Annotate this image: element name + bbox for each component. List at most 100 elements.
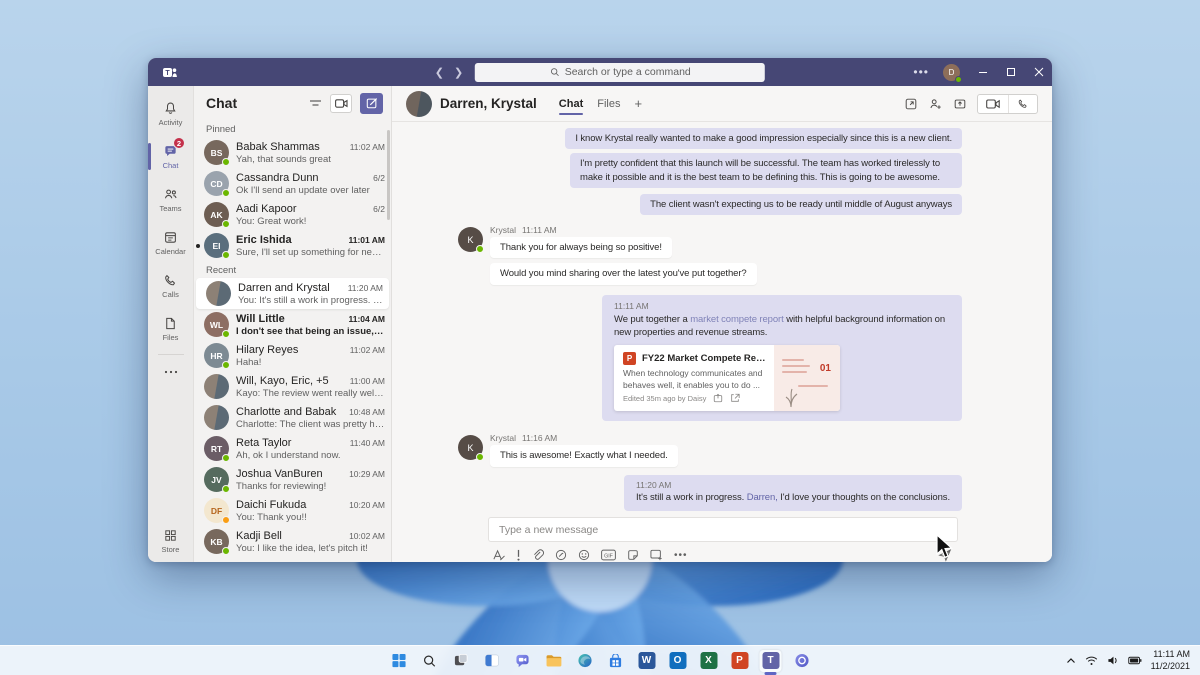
powerpoint-icon[interactable]: P	[729, 650, 751, 672]
close-button[interactable]	[1034, 67, 1044, 77]
tray-time: 11:11 AM	[1153, 648, 1190, 659]
battery-icon[interactable]	[1127, 656, 1142, 665]
presence-available	[222, 547, 230, 555]
teams-chat-icon[interactable]	[512, 650, 534, 672]
add-people-icon[interactable]	[928, 97, 943, 111]
presence-available	[222, 454, 230, 462]
audio-call-button[interactable]	[1008, 94, 1037, 113]
group-avatar	[206, 281, 231, 306]
message-time: 11:16 AM	[521, 433, 558, 444]
rail-item-chat[interactable]: Chat 2	[148, 135, 193, 178]
gif-icon[interactable]: GIF	[601, 549, 616, 561]
chat-list-item-cassandra[interactable]: CD Cassandra Dunn 6/2 Ok I'll send an upd…	[194, 168, 391, 199]
rail-item-teams[interactable]: Teams	[148, 178, 193, 221]
meet-now-button[interactable]	[330, 93, 352, 113]
minimize-button[interactable]	[978, 67, 988, 77]
presence-available	[222, 361, 230, 369]
new-chat-button[interactable]	[360, 92, 383, 114]
presence-away	[222, 516, 230, 524]
filter-icon[interactable]	[309, 98, 322, 108]
apps-icon[interactable]	[650, 549, 663, 561]
wifi-icon[interactable]	[1085, 656, 1098, 666]
video-camera-icon	[334, 98, 348, 108]
chat-list-item-will-kayo-eric[interactable]: Will, Kayo, Eric, +5 11:00 AM Kayo: The r…	[194, 371, 391, 402]
presence-available	[222, 330, 230, 338]
excel-icon[interactable]: X	[698, 650, 720, 672]
rail-item-files[interactable]: Files	[148, 307, 193, 350]
chat-list-item-babak[interactable]: BS Babak Shammas 11:02 AM Yah, that sound…	[194, 137, 391, 168]
loop-icon[interactable]	[555, 549, 567, 561]
tray-chevron-icon[interactable]	[1066, 657, 1076, 665]
mention-darren[interactable]: Darren,	[747, 492, 778, 503]
message-input[interactable]	[488, 517, 958, 542]
avatar: AK	[204, 202, 230, 228]
chat-list-item-daichi[interactable]: DF Daichi Fukuda 10:20 AM You: Thank you!…	[194, 495, 391, 526]
message-time: 11:20 AM	[636, 479, 672, 490]
chat-list-item-joshua[interactable]: JV Joshua VanBuren 10:29 AM Thanks for re…	[194, 464, 391, 495]
open-file-icon[interactable]	[730, 393, 740, 403]
file-icon	[166, 317, 175, 329]
importance-icon[interactable]	[516, 549, 521, 561]
group-avatar	[204, 405, 229, 430]
word-icon[interactable]: W	[636, 650, 658, 672]
chat-list-item-aadi[interactable]: AK Aadi Kapoor 6/2 You: Great work!	[194, 199, 391, 230]
share-file-icon[interactable]	[713, 393, 723, 403]
compose-more-icon[interactable]: •••	[674, 550, 688, 561]
command-search[interactable]: Search or type a command	[475, 62, 766, 82]
message-time: 11:11 AM	[614, 300, 649, 311]
edge-icon[interactable]	[574, 650, 596, 672]
file-card[interactable]: P FY22 Market Compete Report When techno…	[614, 345, 840, 412]
task-view-icon[interactable]	[450, 650, 472, 672]
send-icon[interactable]	[938, 548, 952, 562]
sticker-icon[interactable]	[627, 549, 639, 561]
popout-chat-icon[interactable]	[904, 97, 918, 111]
start-button[interactable]	[388, 650, 410, 672]
chat-list-item-reta[interactable]: RT Reta Taylor 11:40 AM Ah, ok I understa…	[194, 433, 391, 464]
chat-list-item-darren-krystal[interactable]: Darren and Krystal 11:20 AM You: It's sti…	[196, 278, 389, 309]
microsoft-store-icon[interactable]	[605, 650, 627, 672]
nav-back-icon[interactable]: ❮	[435, 66, 444, 79]
message-sent-with-file: 11:11 AM We put together a market compet…	[602, 294, 962, 422]
rail-item-activity[interactable]: Activity	[148, 92, 193, 135]
compose-area: GIF •••	[392, 515, 1052, 562]
file-explorer-icon[interactable]	[543, 650, 565, 672]
window-more-icon[interactable]: •••	[913, 65, 929, 79]
chat-header: Darren, Krystal Chat Files +	[392, 86, 1052, 122]
tray-date: 11/2/2021	[1150, 660, 1190, 671]
emoji-icon[interactable]	[578, 549, 590, 561]
chat-list-item-will[interactable]: WL Will Little 11:04 AM I don't see that …	[194, 309, 391, 340]
rail-item-store[interactable]: Store	[148, 519, 193, 562]
phone-icon	[165, 274, 176, 285]
nav-forward-icon[interactable]: ❯	[454, 66, 463, 79]
tab-chat[interactable]: Chat	[558, 89, 584, 119]
outlook-icon[interactable]: O	[667, 650, 689, 672]
rail-item-calendar[interactable]: Calendar	[148, 221, 193, 264]
format-icon[interactable]	[492, 549, 505, 561]
widgets-icon[interactable]	[481, 650, 503, 672]
message-list: I know Krystal really wanted to make a g…	[392, 122, 1052, 515]
cortana-icon[interactable]	[791, 650, 813, 672]
volume-icon[interactable]	[1107, 655, 1119, 666]
clock[interactable]: 11:11 AM 11/2/2021	[1151, 649, 1190, 672]
presence-available	[222, 220, 230, 228]
share-screen-icon[interactable]	[953, 97, 967, 111]
chat-list-item-charlotte-babak[interactable]: Charlotte and Babak 10:48 AM Charlotte: T…	[194, 402, 391, 433]
rail-item-calls[interactable]: Calls	[148, 264, 193, 307]
chat-list-item-eric[interactable]: EI Eric Ishida 11:01 AM Sure, I'll set up…	[194, 230, 391, 261]
message-time: 11:11 AM	[521, 225, 557, 236]
chat-list-item-kadji[interactable]: KB Kadji Bell 10:02 AM You: I like the id…	[194, 526, 391, 557]
taskbar-search-icon[interactable]	[419, 650, 441, 672]
chat-list-item-hilary[interactable]: HR Hilary Reyes 11:02 AM Haha!	[194, 340, 391, 371]
attach-icon[interactable]	[532, 549, 544, 561]
tab-files[interactable]: Files	[597, 89, 620, 119]
file-link[interactable]: market compete report	[690, 314, 784, 325]
rail-item-more[interactable]	[148, 359, 193, 385]
add-tab-icon[interactable]: +	[634, 96, 642, 111]
conversation-avatar	[406, 90, 432, 117]
teams-people-icon	[164, 189, 177, 198]
new-chat-pencil-icon	[366, 98, 377, 109]
teams-app-icon[interactable]: T	[759, 649, 782, 672]
video-call-button[interactable]	[978, 95, 1008, 113]
maximize-button[interactable]	[1006, 67, 1016, 77]
user-avatar[interactable]: D	[943, 63, 962, 83]
